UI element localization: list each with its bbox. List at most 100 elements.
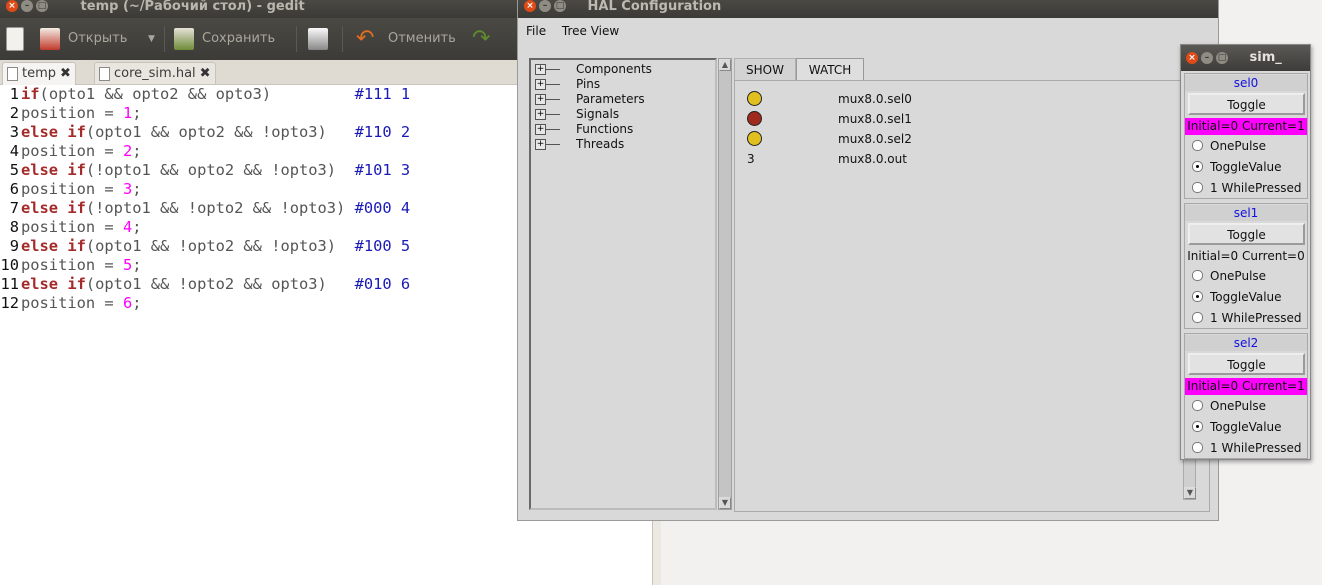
- code-token: else if: [21, 275, 86, 293]
- close-icon[interactable]: ×: [1186, 52, 1198, 64]
- radio-icon[interactable]: [1192, 421, 1203, 432]
- radio-icon[interactable]: [1192, 161, 1203, 172]
- code-token: ;: [132, 256, 142, 274]
- code-line[interactable]: else if(opto1 && !opto2 && !opto3) #100 …: [21, 237, 410, 256]
- code-line[interactable]: else if(opto1 && !opto2 && opto3) #010 6: [21, 275, 410, 294]
- mode-radio[interactable]: ToggleValue: [1192, 158, 1282, 176]
- tree-item-threads[interactable]: + Threads: [535, 137, 624, 152]
- sim-window: × – □ sim_ sel0 Toggle Initial=0 Current=1 On…: [1180, 44, 1311, 460]
- expand-icon[interactable]: +: [535, 79, 546, 90]
- code-line[interactable]: position = 4;: [21, 218, 410, 237]
- toggle-button[interactable]: Toggle: [1188, 223, 1305, 245]
- scroll-down-icon[interactable]: ▼: [719, 497, 731, 509]
- radio-icon[interactable]: [1192, 312, 1203, 323]
- tree-scrollbar[interactable]: ▲ ▼: [718, 58, 732, 510]
- expand-icon[interactable]: +: [535, 64, 546, 75]
- tab-watch[interactable]: WATCH: [796, 58, 864, 81]
- sim-pin-group-sel0: sel0 Toggle Initial=0 Current=1 OnePulse Tog…: [1184, 73, 1308, 199]
- tab-show-label: SHOW: [746, 63, 784, 77]
- expand-icon[interactable]: +: [535, 139, 546, 150]
- maximize-icon[interactable]: □: [36, 0, 48, 12]
- line-number: 7: [9, 199, 19, 217]
- tab-core-sim-hal[interactable]: core_sim.hal ✖: [94, 62, 216, 84]
- print-button[interactable]: [308, 18, 336, 60]
- code-line[interactable]: else if(opto1 && opto2 && !opto3) #110 2: [21, 123, 410, 142]
- code-line[interactable]: position = 2;: [21, 142, 410, 161]
- maximize-icon[interactable]: □: [1216, 52, 1228, 64]
- scroll-up-icon[interactable]: ▲: [719, 59, 731, 71]
- menu-tree-view[interactable]: Tree View: [562, 24, 619, 38]
- radio-icon[interactable]: [1192, 400, 1203, 411]
- hal-tree-pane[interactable]: + Components + Pins + Parameters + Signals + Func…: [529, 58, 717, 510]
- radio-icon[interactable]: [1192, 182, 1203, 193]
- undo-icon: ↶: [356, 25, 375, 51]
- undo-button[interactable]: ↶ Отменить: [356, 18, 456, 60]
- close-tab-icon[interactable]: ✖: [200, 66, 211, 81]
- save-button[interactable]: Сохранить: [174, 18, 275, 60]
- pin-status: Initial=0 Current=1: [1185, 118, 1307, 135]
- line-number: 5: [9, 161, 19, 179]
- hal-menubar: File Tree View: [518, 18, 1218, 44]
- open-button[interactable]: Открыть: [40, 18, 127, 60]
- expand-icon[interactable]: +: [535, 124, 546, 135]
- tab-label: core_sim.hal: [114, 66, 196, 81]
- tab-temp[interactable]: temp ✖: [2, 62, 76, 85]
- redo-button[interactable]: ↷: [472, 18, 504, 60]
- open-dropdown-button[interactable]: ▼: [148, 18, 155, 60]
- radio-icon[interactable]: [1192, 140, 1203, 151]
- mode-radio[interactable]: ToggleValue: [1192, 288, 1282, 306]
- hal-titlebar[interactable]: × – □ HAL Configuration: [518, 0, 1218, 18]
- code-token: else if: [21, 237, 86, 255]
- maximize-icon[interactable]: □: [554, 0, 566, 12]
- close-tab-icon[interactable]: ✖: [60, 66, 71, 81]
- code-line[interactable]: else if(!opto1 && !opto2 && !opto3) #000…: [21, 199, 410, 218]
- code-token: ;: [132, 218, 142, 236]
- tree-item-functions[interactable]: + Functions: [535, 122, 633, 137]
- code-line[interactable]: if(opto1 && opto2 && opto3) #111 1: [21, 85, 410, 104]
- radio-icon[interactable]: [1192, 270, 1203, 281]
- code-token: (opto1 && opto2 && !opto3): [85, 123, 355, 141]
- pin-name-label: sel0: [1185, 75, 1307, 91]
- radio-icon[interactable]: [1192, 291, 1203, 302]
- scroll-down-icon[interactable]: ▼: [1184, 487, 1196, 499]
- minimize-icon[interactable]: –: [21, 0, 33, 12]
- mode-radio[interactable]: OnePulse: [1192, 267, 1266, 285]
- expand-icon[interactable]: +: [535, 109, 546, 120]
- mode-radio[interactable]: OnePulse: [1192, 137, 1266, 155]
- tree-item-parameters[interactable]: + Parameters: [535, 92, 645, 107]
- toggle-button[interactable]: Toggle: [1188, 353, 1305, 375]
- expand-icon[interactable]: +: [535, 94, 546, 105]
- toggle-button[interactable]: Toggle: [1188, 93, 1305, 115]
- mode-radio[interactable]: 1 WhilePressed: [1192, 439, 1302, 457]
- code-line[interactable]: position = 3;: [21, 180, 410, 199]
- code-line[interactable]: else if(!opto1 && opto2 && !opto3) #101 …: [21, 161, 410, 180]
- mode-radio[interactable]: 1 WhilePressed: [1192, 309, 1302, 327]
- tab-show[interactable]: SHOW: [734, 58, 796, 80]
- minimize-icon[interactable]: –: [539, 0, 551, 12]
- code-token: #010 6: [354, 275, 411, 293]
- close-icon[interactable]: ×: [6, 0, 18, 12]
- code-token: position =: [21, 142, 123, 160]
- menu-file[interactable]: File: [526, 24, 546, 38]
- mode-radio[interactable]: 1 WhilePressed: [1192, 179, 1302, 197]
- sim-titlebar[interactable]: × – □ sim_: [1181, 45, 1310, 71]
- code-line[interactable]: position = 6;: [21, 294, 410, 313]
- code-line[interactable]: position = 5;: [21, 256, 410, 275]
- mode-radio[interactable]: OnePulse: [1192, 397, 1266, 415]
- tree-item-label: Signals: [576, 107, 620, 121]
- tree-item-signals[interactable]: + Signals: [535, 107, 619, 122]
- tree-connector: [546, 69, 560, 70]
- minimize-icon[interactable]: –: [1201, 52, 1213, 64]
- tree-item-components[interactable]: + Components: [535, 62, 652, 77]
- code-line[interactable]: position = 1;: [21, 104, 410, 123]
- code-text[interactable]: if(opto1 && opto2 && opto3) #111 1 positi…: [21, 85, 410, 313]
- line-number: 1: [9, 85, 19, 103]
- code-token: #101 3: [354, 161, 411, 179]
- close-icon[interactable]: ×: [524, 0, 536, 12]
- toolbar-separator: [164, 26, 165, 52]
- tab-watch-label: WATCH: [808, 63, 852, 77]
- new-document-button[interactable]: [6, 18, 32, 60]
- radio-icon[interactable]: [1192, 442, 1203, 453]
- mode-radio[interactable]: ToggleValue: [1192, 418, 1282, 436]
- tree-item-pins[interactable]: + Pins: [535, 77, 600, 92]
